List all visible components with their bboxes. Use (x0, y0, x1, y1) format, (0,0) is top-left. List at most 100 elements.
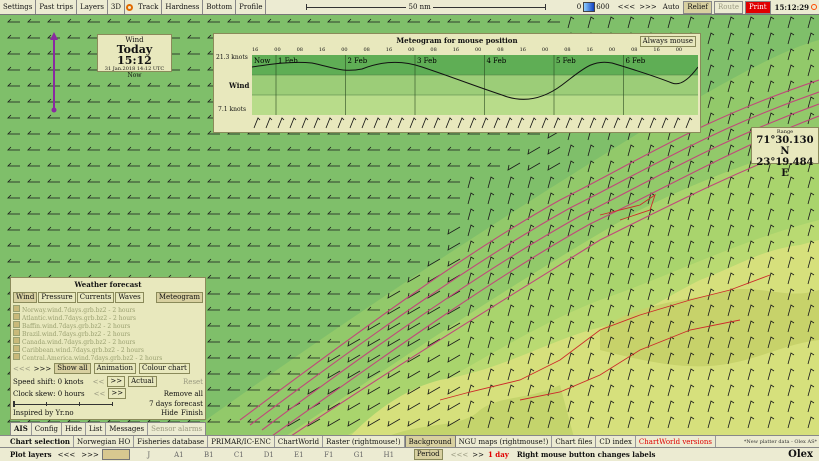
meteogram-wind-arrow (457, 117, 465, 129)
nav-next[interactable]: >>> (639, 3, 657, 11)
tab-waves[interactable]: Waves (115, 292, 144, 303)
meteogram-hour-label: 16 (519, 47, 526, 53)
messages-button[interactable]: Messages (106, 423, 149, 435)
tab-currents[interactable]: Currents (76, 292, 115, 303)
period-prev[interactable]: <<< (451, 451, 469, 459)
plot-layer-item[interactable]: G1 (344, 451, 374, 459)
print-button[interactable]: Print (744, 0, 771, 14)
relief-button[interactable]: Relief (683, 0, 713, 14)
plot-layer-item[interactable]: B1 (194, 451, 224, 459)
meteogram-wind-arrow (529, 117, 537, 129)
weather-nav-prev[interactable]: <<< (13, 365, 31, 373)
meteogram-hour-label: 16 (385, 47, 393, 53)
sensor-alarms-button[interactable]: Sensor alarms (148, 423, 205, 435)
meteogram-hour-label: 08 (363, 47, 370, 53)
meteogram-row-label: Wind (229, 81, 250, 90)
remove-all-button[interactable]: Remove all (164, 390, 203, 398)
hide-button[interactable]: Hide (161, 409, 178, 417)
meteogram-wind-arrow (361, 117, 369, 129)
tab-wind[interactable]: Wind (13, 292, 38, 303)
menu-hardness[interactable]: Hardness (162, 0, 204, 14)
scale-bar: 50 nm (306, 0, 547, 14)
plot-layer-item[interactable]: H1 (374, 451, 404, 459)
forecast-layer[interactable]: Norway.wind.7days.grb.bz2 - 2 hours (13, 305, 205, 314)
meteogram-wind-arrow (445, 117, 453, 129)
meteogram-hour-label: 16 (318, 47, 326, 53)
tool-bar: AIS Config Hide List Messages Sensor ala… (10, 422, 207, 436)
speed-shift-next[interactable]: >> (107, 376, 126, 387)
plot-layer-item[interactable]: A1 (164, 451, 194, 459)
actual-button[interactable]: Actual (128, 376, 157, 387)
meteogram-graph[interactable]: Now 1 Feb 2 Feb 3 Feb 4 Feb 5 Feb 6 Feb (252, 55, 698, 115)
menu-profile[interactable]: Profile (236, 0, 267, 14)
clock-skew-next[interactable]: >> (108, 388, 127, 399)
plot-layers-hint: Right mouse button changes labels (516, 450, 656, 459)
meteogram-wind-arrow (385, 117, 393, 129)
weather-title: Weather forecast (74, 280, 142, 289)
meteogram-hour-label: 00 (675, 47, 683, 53)
config-button[interactable]: Config (32, 423, 62, 435)
meteogram-hour-label: 00 (341, 47, 348, 53)
depth-gradient[interactable] (583, 2, 596, 12)
clock-skew-prev[interactable]: << (94, 390, 106, 398)
plot-layer-active[interactable] (101, 449, 130, 460)
menu-layers[interactable]: Layers (77, 0, 108, 14)
period-button[interactable]: Period (413, 449, 443, 460)
meteogram-wind-arrow (589, 117, 597, 129)
menu-settings[interactable]: Settings (0, 0, 37, 14)
plot-layers-prev[interactable]: <<< (55, 449, 79, 461)
show-all-button[interactable]: Show all (54, 363, 91, 374)
meteogram-button[interactable]: Meteogram (155, 292, 203, 303)
auto-button[interactable]: Auto (663, 3, 680, 11)
forecast-slider[interactable] (13, 400, 113, 408)
ais-button[interactable]: AIS (11, 423, 32, 435)
plot-layer-item[interactable]: F1 (314, 451, 344, 459)
inspired-label: Inspired by Yr.no (13, 409, 74, 417)
nav-prev[interactable]: <<< (618, 3, 636, 11)
speed-shift-prev[interactable]: << (93, 378, 105, 386)
menu-bottom[interactable]: Bottom (203, 0, 237, 14)
forecast-layer[interactable]: Baffin.wind.7days.grb.bz2 - 2 hours (13, 321, 205, 330)
meteogram-wind-arrow (397, 117, 405, 129)
clock-time: 15:12:29 (774, 2, 809, 12)
hide-tools-button[interactable]: Hide (62, 423, 86, 435)
forecast-layer[interactable]: Atlantic.wind.7days.grb.bz2 - 2 hours (13, 313, 205, 322)
clock-icon (811, 4, 817, 10)
meteogram-hour-label: 00 (608, 47, 616, 53)
forecast-range-label: 7 days forecast (149, 400, 203, 408)
meteogram-wind-arrow (673, 117, 681, 129)
forecast-layer[interactable]: Central.America.wind.7days.grb.bz2 - 2 h… (13, 353, 205, 362)
forecast-layer[interactable]: Canada.wind.7days.grb.bz2 - 2 hours (13, 337, 205, 346)
menu-past-trips[interactable]: Past trips (36, 0, 78, 14)
menu-3d[interactable]: 3D (108, 0, 125, 14)
speed-shift-label: Speed shift: 0 knots (13, 377, 84, 386)
animation-button[interactable]: Animation (93, 363, 136, 374)
wind-box-today: Today 15:12 (116, 43, 153, 67)
tab-pressure[interactable]: Pressure (38, 292, 76, 303)
route-button[interactable]: Route (714, 0, 743, 14)
plot-layer-item[interactable]: D1 (254, 451, 284, 459)
weather-nav-next[interactable]: >>> (34, 365, 52, 373)
period-day[interactable]: 1 day (488, 450, 509, 459)
colour-chart-button[interactable]: Colour chart (139, 363, 190, 374)
period-next[interactable]: >> (472, 451, 484, 459)
wind-direction-needle (50, 32, 58, 113)
plot-layer-item[interactable]: E1 (284, 451, 314, 459)
plot-layer-item[interactable]: J (134, 451, 164, 459)
meteogram-wind-arrow (325, 117, 333, 129)
credit-label: *New platter data - Olex AS* (743, 439, 817, 445)
plot-layers-next[interactable]: >>> (78, 449, 102, 461)
meteogram-wind-arrow (613, 117, 621, 129)
meteogram-wind-arrow (565, 117, 573, 129)
meteogram-hour-label: 08 (631, 47, 638, 53)
plot-layer-item[interactable]: C1 (224, 451, 254, 459)
track-toggle-icon[interactable] (126, 3, 133, 11)
reset-button[interactable]: Reset (183, 378, 203, 386)
meteogram-min-label: 7.1 knots (218, 106, 247, 113)
always-mouse-button[interactable]: Always mouse (639, 36, 696, 47)
finish-button[interactable]: Finish (181, 409, 203, 417)
forecast-layer[interactable]: Caribbean.wind.7days.grb.bz2 - 2 hours (13, 345, 205, 354)
menu-track[interactable]: Track (135, 0, 163, 14)
list-button[interactable]: List (86, 423, 107, 435)
forecast-layer[interactable]: Brazil.wind.7days.grb.bz2 - 2 hours (13, 329, 205, 338)
